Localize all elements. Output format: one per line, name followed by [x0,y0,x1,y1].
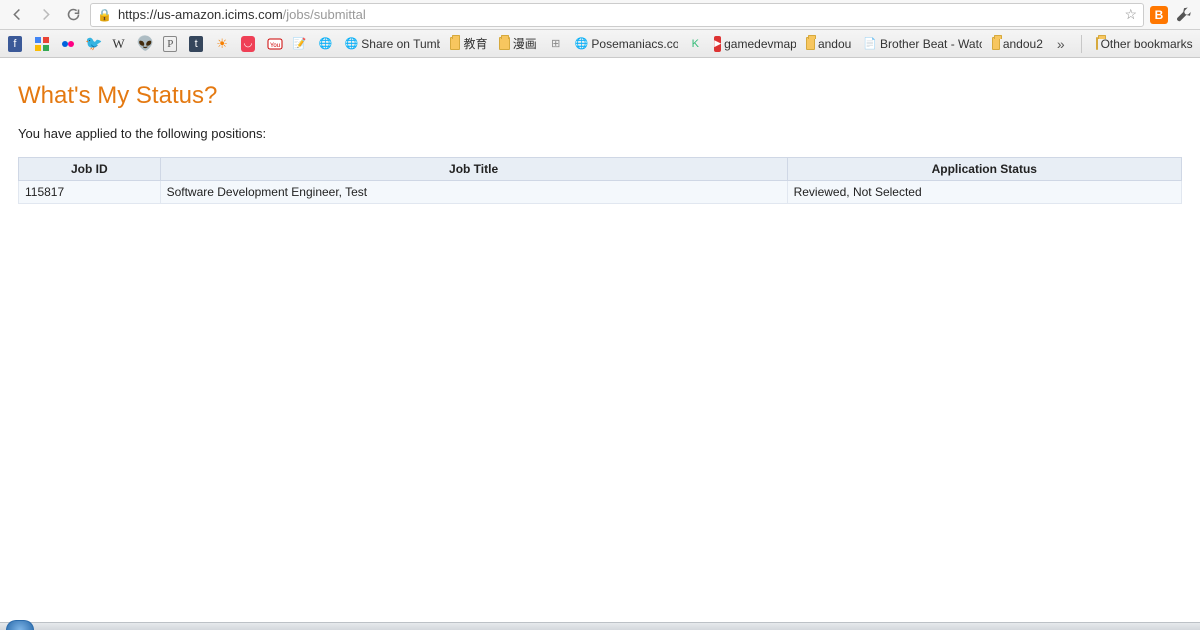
col-status: Application Status [787,158,1181,181]
folder-icon [992,37,1000,50]
bookmark-item[interactable]: ⊞ [547,34,565,54]
bookmark-label: Share on Tumblr [361,37,440,51]
bookmark-item[interactable]: You [265,34,283,54]
twitter-icon: 🐦 [86,36,102,52]
cell-job-title: Software Development Engineer, Test [160,181,787,204]
url-text: https://us-amazon.icims.com/jobs/submitt… [118,7,1118,22]
bookmark-item[interactable]: ☀ [213,34,231,54]
bookmark-item[interactable]: 🐦 [84,34,102,54]
folder-icon [806,37,815,50]
pocket-icon: ◡ [241,36,255,52]
tumblr-share-icon: 🌐 [345,36,359,52]
bookmark-item[interactable]: W [110,34,128,54]
folder-icon [1096,37,1098,50]
bookmarks-bar: f 🐦 W 👽 P t ☀ ◡ You 📝 🌐 🌐Share on Tumblr… [0,30,1200,58]
folder-icon [450,37,460,50]
blogger-icon[interactable]: B [1150,6,1168,24]
address-bar[interactable]: 🔒 https://us-amazon.icims.com/jobs/submi… [90,3,1144,27]
bookmark-item[interactable]: 🌐 [317,34,335,54]
globe-icon: 🌐 [319,36,333,52]
note-icon: 📝 [293,36,307,52]
reload-button[interactable] [62,4,84,26]
start-orb-icon[interactable] [6,620,34,630]
k-icon: K [688,36,702,52]
bookmark-item[interactable]: 👽 [135,34,153,54]
grooveshark-icon: ☀ [215,36,229,52]
bookmark-label: Brother Beat - Watc... [880,37,982,51]
bookmarks-overflow-icon[interactable]: » [1053,36,1069,52]
bookmark-star-icon[interactable]: ☆ [1124,6,1137,23]
bookmark-folder[interactable]: andou2 [990,35,1045,53]
facebook-icon: f [8,36,22,52]
bookmark-item[interactable]: K [686,34,704,54]
bookmark-item[interactable]: 📝 [291,34,309,54]
browser-toolbar: 🔒 https://us-amazon.icims.com/jobs/submi… [0,0,1200,30]
bookmark-item[interactable]: t [187,34,205,54]
separator [1081,35,1082,53]
cell-status: Reviewed, Not Selected [787,181,1181,204]
svg-text:You: You [270,43,280,49]
bookmark-item[interactable] [58,34,76,54]
google-icon [34,36,50,52]
gamedev-icon: ▶ [714,36,721,52]
other-bookmarks-folder[interactable]: Other bookmarks [1094,35,1194,53]
youtube-icon: You [267,36,283,52]
bookmark-item[interactable] [32,34,50,54]
bookmark-item[interactable]: ◡ [239,34,257,54]
bookmark-item[interactable]: P [161,34,179,54]
globe-icon: 🌐 [575,36,589,52]
bookmark-label: 漫画 [513,35,537,52]
status-table: Job ID Job Title Application Status 1158… [18,157,1182,204]
settings-wrench-icon[interactable] [1174,5,1194,25]
page-content: What's My Status? You have applied to th… [0,58,1200,222]
bookmark-folder[interactable]: 教育 [448,33,489,54]
bookmark-folder[interactable]: andou [804,35,853,53]
bookmark-item[interactable]: 🌐Share on Tumblr [343,34,441,54]
col-job-title: Job Title [160,158,787,181]
bookmark-label: Posemaniacs.com [591,37,678,51]
bookmark-folder[interactable]: 漫画 [497,33,538,54]
grid-icon: ⊞ [549,36,563,52]
tumblr-icon: t [189,36,203,52]
bookmark-label: Other bookmarks [1101,37,1193,51]
bookmark-label: 教育 [463,35,487,52]
pinboard-icon: P [163,36,177,52]
doc-icon: 📄 [863,36,877,52]
browser-chrome: 🔒 https://us-amazon.icims.com/jobs/submi… [0,0,1200,58]
windows-taskbar [0,622,1200,630]
forward-button[interactable] [34,4,56,26]
page-title: What's My Status? [18,82,1182,110]
wikipedia-icon: W [112,36,126,52]
bookmark-item[interactable]: 🌐Posemaniacs.com [573,34,679,54]
reddit-icon: 👽 [137,36,153,52]
cell-job-id: 115817 [19,181,161,204]
bookmark-item[interactable]: ▶gamedevmap [712,34,796,54]
bookmark-label: gamedevmap [724,37,796,51]
col-job-id: Job ID [19,158,161,181]
bookmark-item[interactable]: 📄Brother Beat - Watc... [861,34,981,54]
table-header-row: Job ID Job Title Application Status [19,158,1182,181]
back-button[interactable] [6,4,28,26]
flickr-icon [60,36,76,52]
lock-icon: 🔒 [97,8,112,22]
folder-icon [499,37,509,50]
bookmark-label: andou2 [1003,37,1043,51]
table-row: 115817 Software Development Engineer, Te… [19,181,1182,204]
bookmark-label: andou [818,37,851,51]
bookmark-item[interactable]: f [6,34,24,54]
intro-text: You have applied to the following positi… [18,126,1182,141]
